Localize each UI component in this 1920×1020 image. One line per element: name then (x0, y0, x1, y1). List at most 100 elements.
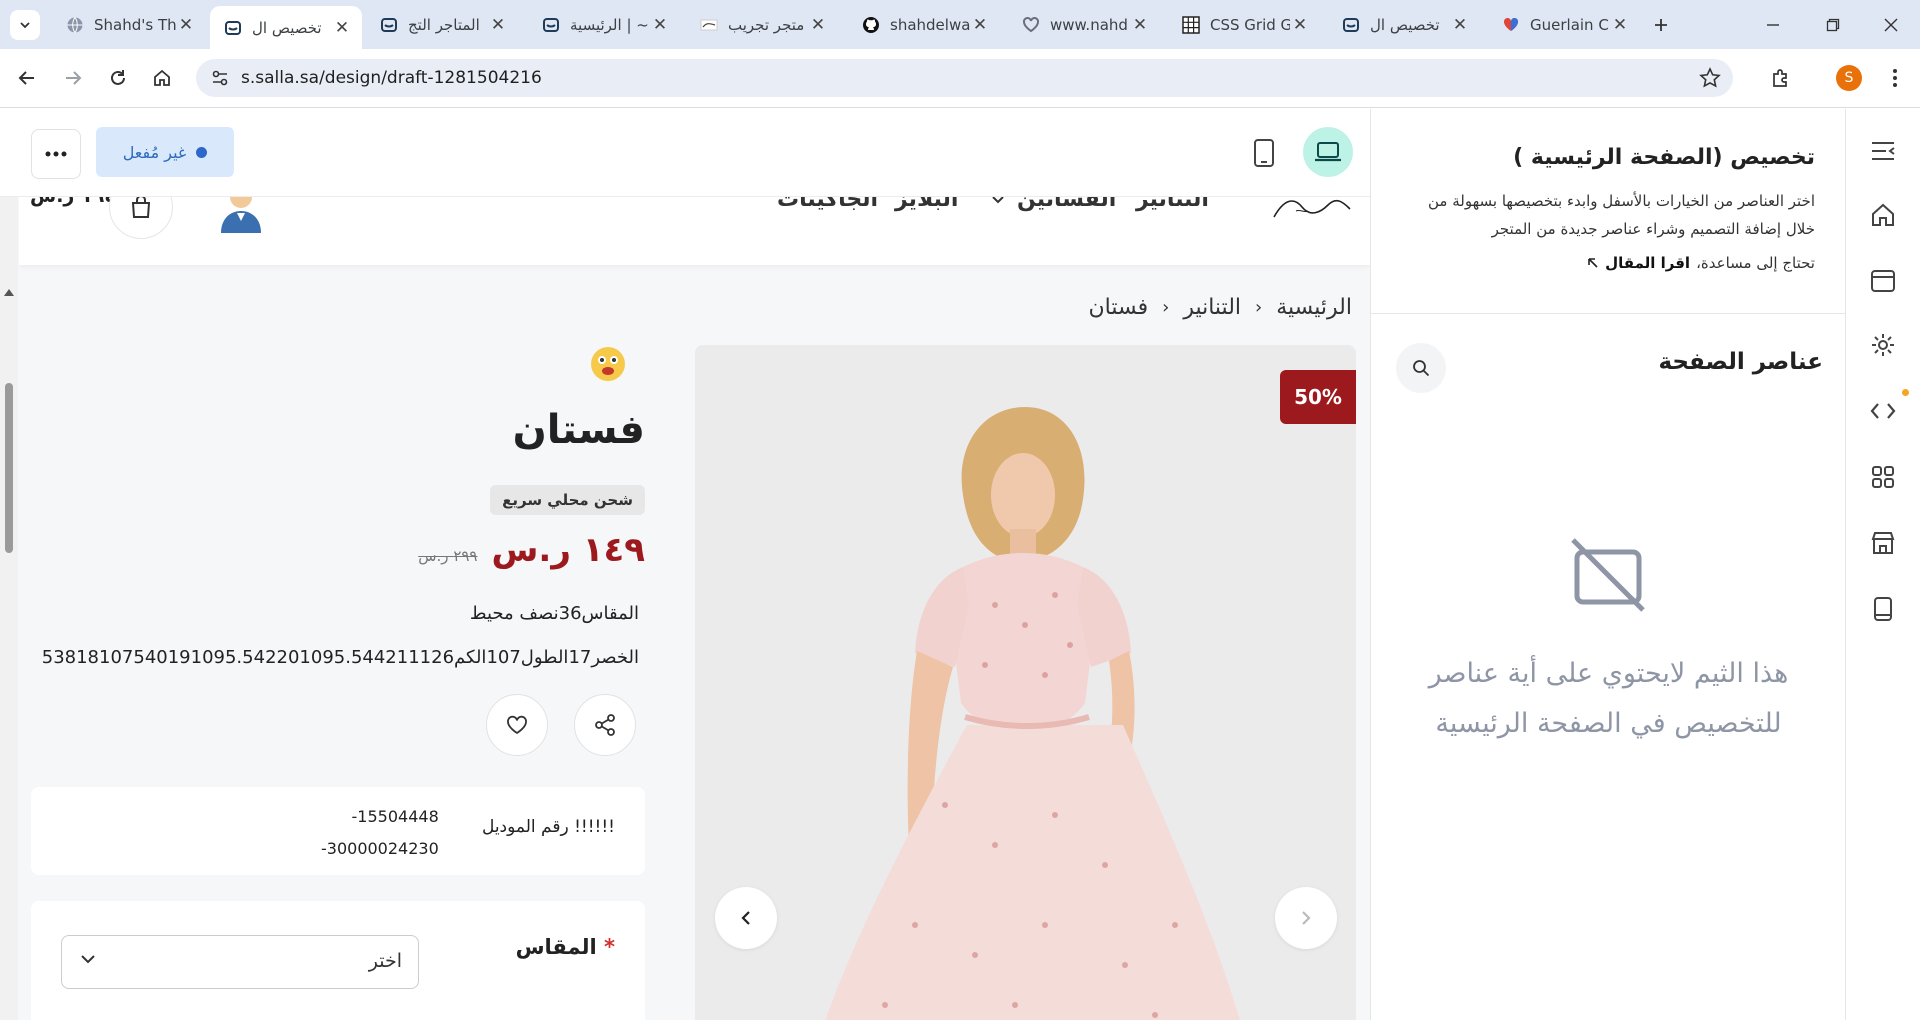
product-old-price: ٢٩٩ ر.س (418, 547, 478, 565)
tab[interactable]: الرئيسية | ~ ✕ (528, 6, 680, 43)
tab[interactable]: Shahd's Th ✕ (52, 6, 206, 43)
close-icon[interactable]: ✕ (1610, 15, 1630, 35)
reload-icon (108, 68, 128, 88)
rail-components-button[interactable] (1867, 461, 1899, 493)
reload-button[interactable] (103, 63, 133, 93)
image-next-button[interactable] (1275, 887, 1337, 949)
store-logo[interactable] (1266, 197, 1356, 225)
breadcrumb-item[interactable]: التنانير (1183, 295, 1241, 320)
share-icon (593, 713, 617, 737)
close-icon (1884, 18, 1898, 32)
tab[interactable]: متجر تجريب ✕ (686, 6, 838, 43)
browser-tab-bar: Shahd's Th ✕ تخصيص ال ✕ المتاجر التج ✕ ا… (0, 0, 1920, 49)
panel-title: تخصيص (الصفحة الرئيسية ) (1513, 145, 1815, 170)
profile-initial: S (1844, 70, 1854, 86)
tab-title: المتاجر التج (408, 15, 480, 34)
desktop-preview-button[interactable] (1303, 127, 1353, 177)
nav-link-dresses[interactable]: الفساتين (1017, 197, 1116, 212)
star-icon[interactable] (1699, 67, 1721, 89)
close-icon[interactable]: ✕ (970, 15, 990, 35)
product-description-line: الخصر17الطول107الكم53818107540191095.542… (41, 647, 639, 668)
more-horizontal-icon (45, 151, 67, 157)
preview-scrollbar[interactable] (0, 197, 18, 1020)
globe-icon (66, 16, 84, 34)
share-button[interactable] (574, 694, 636, 756)
tab-title: تخصيص ال (252, 18, 322, 37)
omnibox[interactable]: s.salla.sa/design/draft-1281504216 (196, 59, 1733, 97)
wishlist-button[interactable] (486, 694, 548, 756)
rail-layout-button[interactable] (1867, 265, 1899, 297)
rail-code-button[interactable] (1867, 395, 1899, 427)
tab-active[interactable]: تخصيص ال ✕ (210, 6, 362, 49)
status-dot (196, 146, 208, 158)
dress-model-photo (695, 345, 1356, 1020)
url-text: s.salla.sa/design/draft-1281504216 (241, 68, 542, 88)
tab-title: CSS Grid G (1210, 15, 1290, 34)
puzzle-icon (1770, 67, 1792, 89)
tab[interactable]: المتاجر التج ✕ (366, 6, 518, 43)
browser-menu-button[interactable] (1880, 63, 1910, 93)
store-logo-icon (700, 16, 718, 34)
breadcrumb-current: فستان (1088, 295, 1149, 320)
rail-home-button[interactable] (1867, 199, 1899, 231)
kebab-menu-icon (1892, 68, 1898, 88)
tablet-preview-button[interactable] (1242, 131, 1286, 175)
required-marker: * (604, 935, 615, 959)
rail-mobile-app-button[interactable] (1867, 593, 1899, 625)
toggle-panel-button[interactable] (1867, 135, 1899, 167)
size-select[interactable]: اختر (61, 935, 419, 989)
tab-title: الرئيسية | ~ (570, 15, 649, 34)
site-settings-icon[interactable] (210, 68, 230, 88)
rail-settings-button[interactable] (1867, 329, 1899, 361)
tab[interactable]: تخصيص ال ✕ (1328, 6, 1480, 43)
nav-link-blouses[interactable]: البلايز (895, 197, 958, 212)
status-label: غير مُفعل (122, 142, 187, 162)
image-prev-button[interactable] (715, 887, 777, 949)
window-close-button[interactable] (1876, 12, 1906, 38)
home-button[interactable] (147, 63, 177, 93)
close-icon[interactable]: ✕ (488, 15, 508, 35)
close-icon[interactable]: ✕ (332, 18, 352, 38)
close-icon[interactable]: ✕ (650, 15, 670, 35)
size-select-value: اختر (368, 950, 402, 972)
tab-search-button[interactable] (10, 10, 40, 40)
tab[interactable]: www.nahd ✕ (1008, 6, 1160, 43)
product-image: 50% (695, 345, 1356, 1020)
more-options-button[interactable] (31, 129, 81, 179)
forward-button[interactable] (58, 63, 88, 93)
minimize-button[interactable] (1758, 12, 1788, 38)
rail-store-button[interactable] (1867, 527, 1899, 559)
scrollbar-thumb[interactable] (5, 383, 13, 553)
nav-link-skirts[interactable]: التنانير (1136, 197, 1209, 212)
close-icon[interactable]: ✕ (1130, 15, 1150, 35)
home-icon (152, 68, 172, 88)
close-icon[interactable]: ✕ (1450, 15, 1470, 35)
tab[interactable]: CSS Grid G ✕ (1168, 6, 1320, 43)
close-icon[interactable]: ✕ (176, 15, 196, 35)
extensions-button[interactable] (1766, 63, 1796, 93)
close-icon[interactable]: ✕ (808, 15, 828, 35)
elements-search-button[interactable] (1396, 343, 1446, 393)
new-tab-button[interactable] (1648, 12, 1674, 38)
restore-button[interactable] (1818, 12, 1848, 38)
tab-title: متجر تجريب (728, 15, 805, 34)
help-article-link[interactable]: اقرا المقال (1605, 254, 1690, 272)
scroll-up-arrow-icon[interactable] (4, 289, 14, 296)
breadcrumb-item[interactable]: الرئيسية (1276, 295, 1352, 320)
breadcrumb-separator-icon: ‹ (1162, 297, 1170, 318)
status-toggle-button[interactable]: غير مُفعل (96, 127, 234, 177)
model-number-line: -30000024230 (321, 839, 439, 858)
nav-link-jackets[interactable]: الجاكيتات (777, 197, 878, 212)
heart-icon (506, 715, 528, 735)
tab[interactable]: shahdelwa ✕ (848, 6, 1000, 43)
profile-avatar[interactable]: S (1836, 65, 1862, 91)
tablet-icon (1253, 138, 1275, 168)
no-elements-icon (1567, 534, 1649, 616)
tab[interactable]: Guerlain C ✕ (1488, 6, 1640, 43)
theme-editor: غير مُفعل ١٩٤ ر.س الجاكيتات البلايز الفس… (0, 109, 1920, 1020)
close-icon[interactable]: ✕ (1290, 15, 1310, 35)
cart-button[interactable] (109, 197, 173, 239)
user-avatar[interactable] (215, 197, 267, 235)
chevron-down-icon (80, 954, 96, 964)
back-button[interactable] (12, 63, 42, 93)
